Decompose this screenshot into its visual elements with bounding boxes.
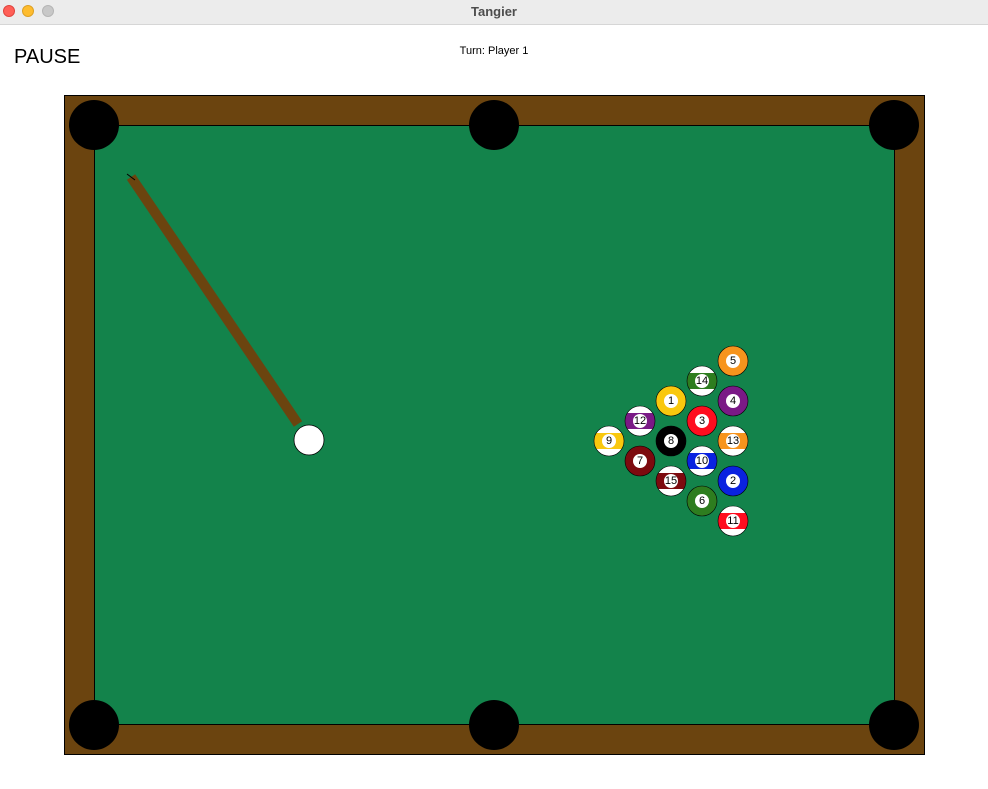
ball-number-label: 7 <box>637 455 643 467</box>
ball-4[interactable]: 4 <box>717 385 749 417</box>
ball-15[interactable]: 15 <box>655 465 687 497</box>
ball-3[interactable]: 3 <box>686 405 718 437</box>
ball-number-label: 9 <box>606 435 612 447</box>
ball-13[interactable]: 13 <box>717 425 749 457</box>
ball-number-label: 1 <box>668 395 674 407</box>
ball-number-label: 6 <box>699 495 705 507</box>
ball-number-label: 8 <box>668 435 674 447</box>
pocket-bottom-right <box>869 700 919 750</box>
pocket-top-left <box>69 100 119 150</box>
pocket-top-middle <box>469 100 519 150</box>
ball-number-label: 12 <box>634 415 646 427</box>
ball-5[interactable]: 5 <box>717 345 749 377</box>
ball-number-label: 15 <box>665 475 677 487</box>
pocket-top-right <box>869 100 919 150</box>
ball-6[interactable]: 6 <box>686 485 718 517</box>
ball-1[interactable]: 1 <box>655 385 687 417</box>
ball-number-label: 3 <box>699 415 705 427</box>
ball-14[interactable]: 14 <box>686 365 718 397</box>
ball-10[interactable]: 10 <box>686 445 718 477</box>
ball-number-label: 5 <box>730 355 736 367</box>
ball-number-label: 13 <box>727 435 739 447</box>
ball-9[interactable]: 9 <box>593 425 625 457</box>
table-felt[interactable] <box>94 125 895 725</box>
pool-table[interactable]: 5141 412 39 8 137 1015 2611 <box>0 0 988 789</box>
ball-11[interactable]: 11 <box>717 505 749 537</box>
ball-number-label: 14 <box>696 375 708 387</box>
ball-2[interactable]: 2 <box>717 465 749 497</box>
ball-number-label: 2 <box>730 475 736 487</box>
ball-number-label: 11 <box>727 515 738 527</box>
ball-number-label: 4 <box>730 395 736 407</box>
ball-12[interactable]: 12 <box>624 405 656 437</box>
pocket-bottom-middle <box>469 700 519 750</box>
ball-7[interactable]: 7 <box>624 445 656 477</box>
ball-number-label: 10 <box>696 455 708 467</box>
cue-ball[interactable] <box>293 424 325 456</box>
pocket-bottom-left <box>69 700 119 750</box>
ball-8[interactable]: 8 <box>655 425 687 457</box>
